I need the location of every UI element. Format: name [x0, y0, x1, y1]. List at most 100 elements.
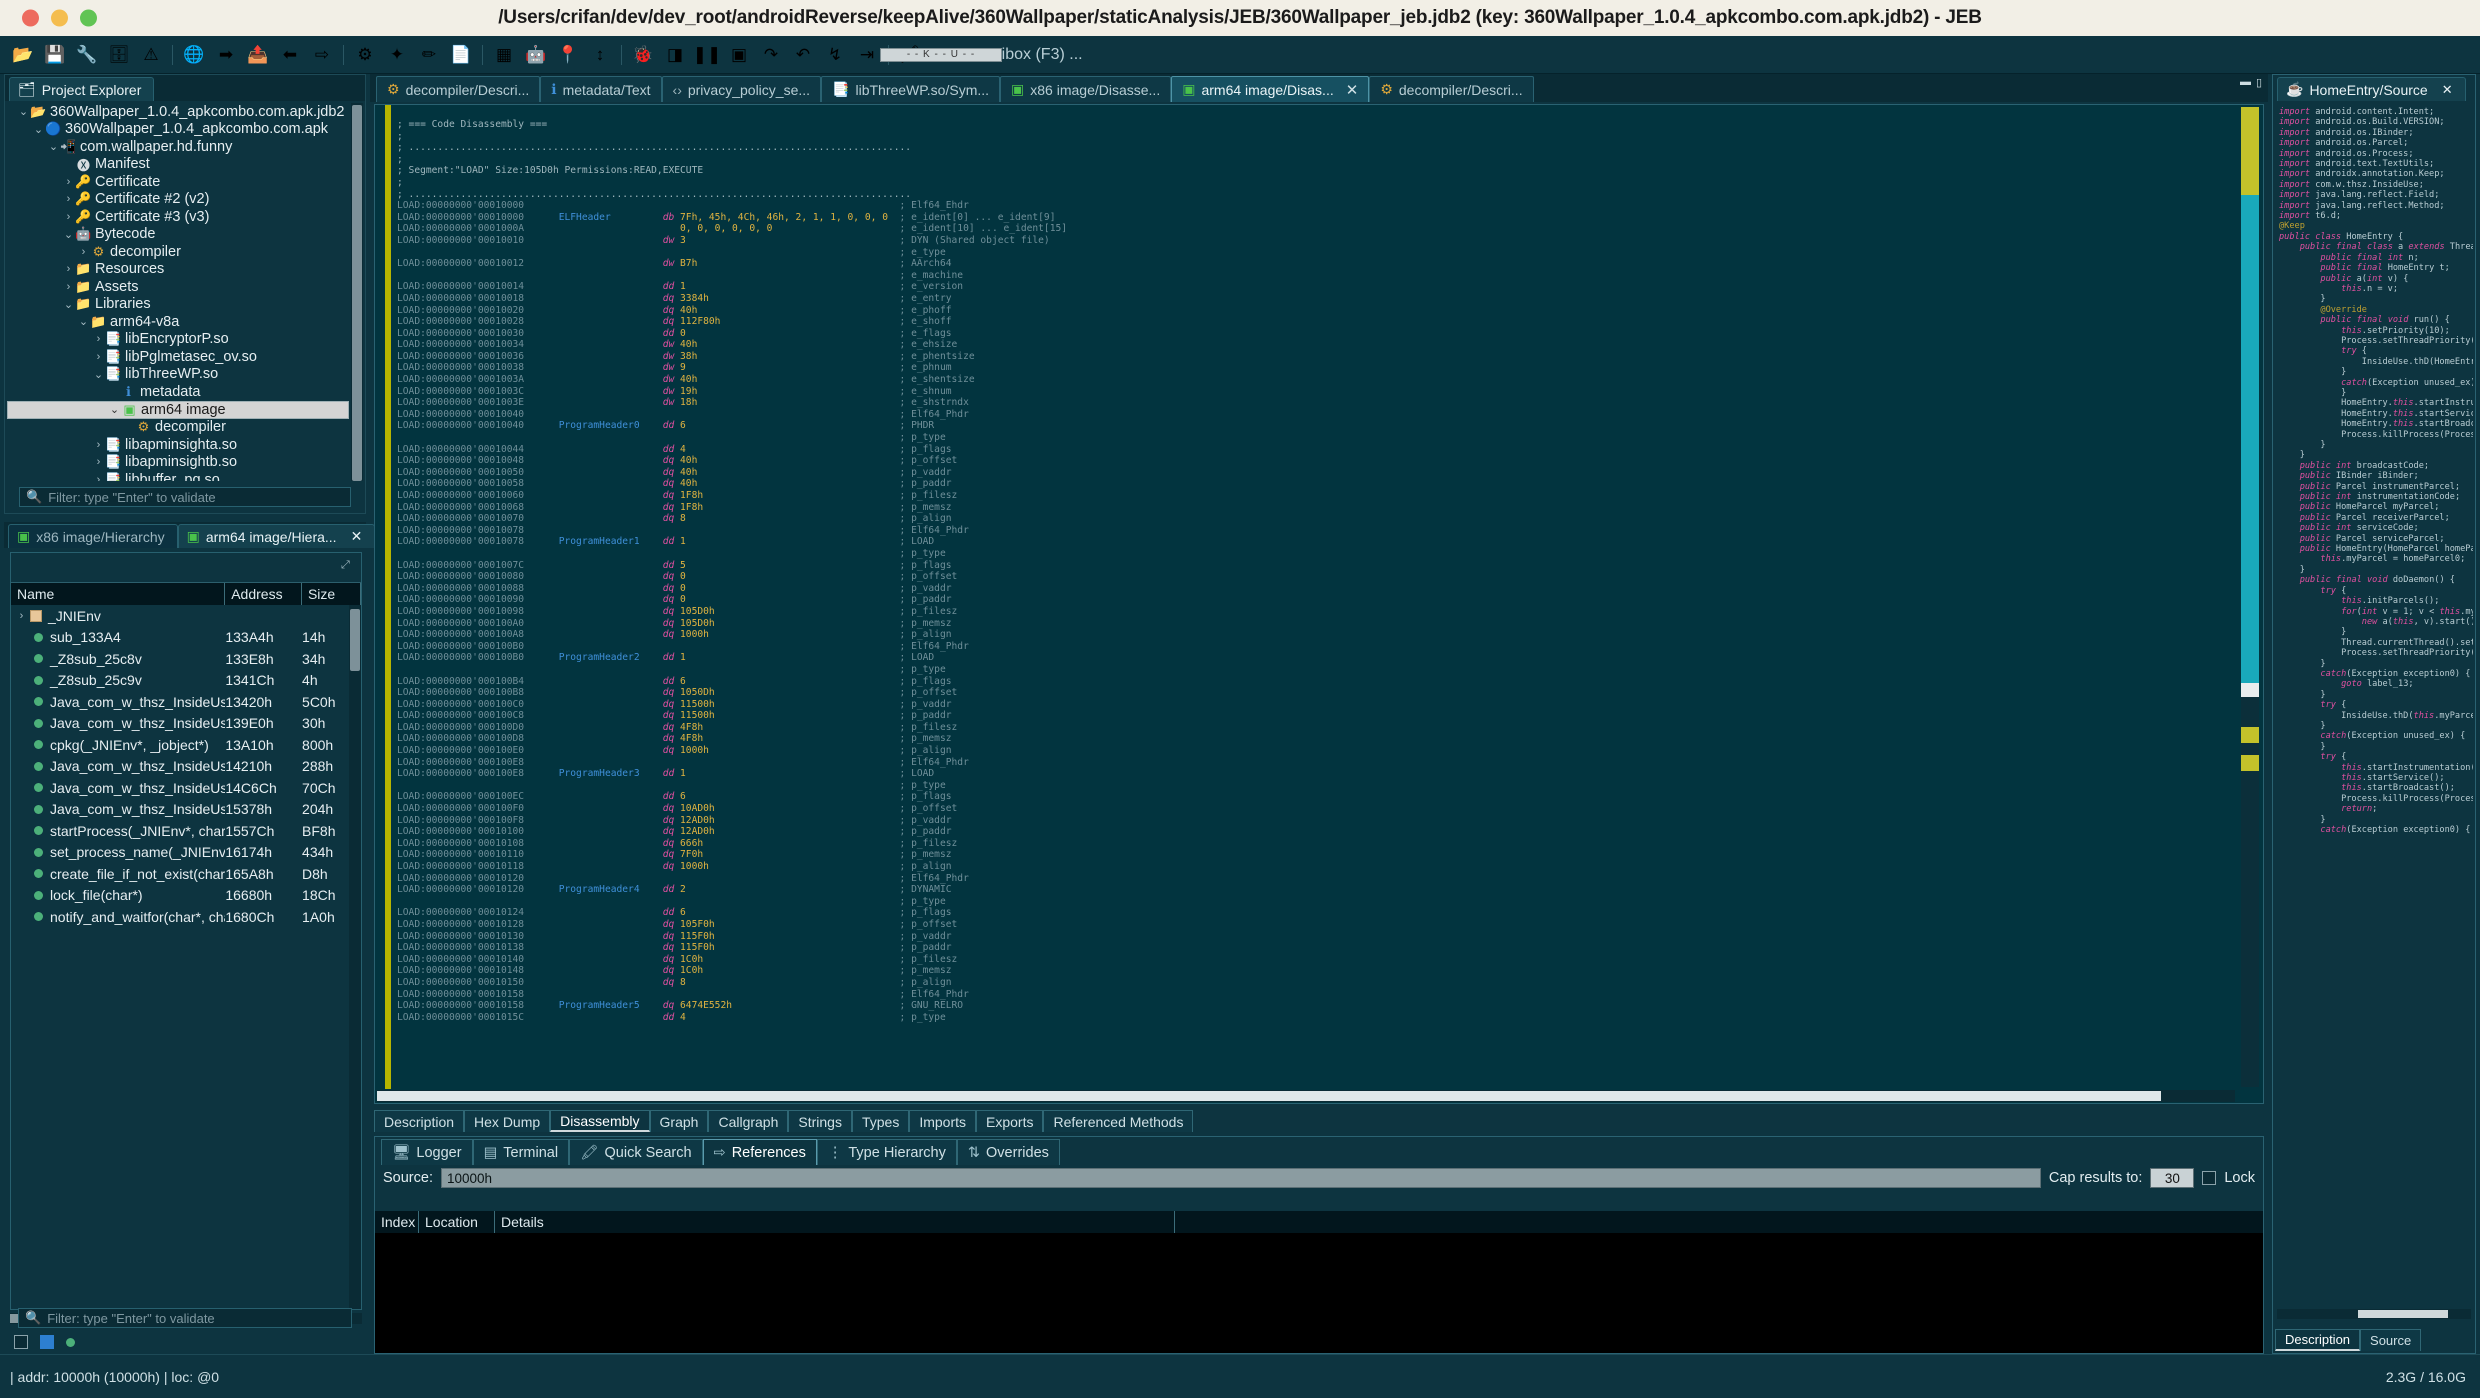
project-tree-item[interactable]: › 📑 libapminsighta.so [7, 436, 349, 454]
bug-icon[interactable]: 🐞 [628, 40, 658, 70]
source-code-line[interactable]: import android.os.Process; [2279, 149, 2471, 159]
project-tree-item[interactable]: › 📁 Resources [7, 261, 349, 279]
code-line[interactable]: LOAD:00000000'00010060 dq 1F8h ; p_files… [397, 490, 2239, 502]
code-line[interactable]: LOAD:00000000'0001000A 0, 0, 0, 0, 0, 0 … [397, 223, 2239, 235]
source-code-line[interactable]: try { [2279, 346, 2471, 356]
forward-arrow-icon[interactable]: ⇨ [307, 40, 337, 70]
chevron-right-icon[interactable]: › [62, 193, 75, 205]
project-tree-item[interactable]: ⌄ 📲 com.wallpaper.hd.funny [7, 138, 349, 156]
code-line[interactable]: LOAD:00000000'00010120 ; Elf64_Phdr [397, 873, 2239, 885]
table-row[interactable]: _Z8sub_25c8v 133E8h 34h [11, 648, 361, 670]
column-header-details[interactable]: Details [495, 1211, 1175, 1233]
editor-view-tab[interactable]: Types [851, 1110, 910, 1132]
maximize-editor-icon[interactable]: ▯ [2256, 76, 2262, 89]
editor-tab[interactable]: ⚙ decompiler/Descri... [1369, 76, 1534, 102]
source-code-line[interactable]: import com.w.thsz.InsideUse; [2279, 180, 2471, 190]
android-icon[interactable]: 🤖 [521, 40, 551, 70]
source-code-line[interactable]: public Parcel receiverParcel; [2279, 513, 2471, 523]
editor-tab[interactable]: ‹› privacy_policy_se... [661, 76, 822, 102]
code-line[interactable]: LOAD:00000000'000100D8 dq 4F8h ; p_memsz [397, 733, 2239, 745]
grid-icon[interactable]: ▦ [489, 40, 519, 70]
table-row[interactable]: Java_com_w_thsz_InsideUse_thD14C6Ch70Ch [11, 777, 361, 799]
code-line[interactable]: ; e_machine [397, 270, 2239, 282]
code-line[interactable]: LOAD:00000000'000100C0 dq 11500h ; p_vad… [397, 699, 2239, 711]
editor-tab[interactable]: 📑 libThreeWP.so/Sym... [821, 76, 1001, 102]
code-line[interactable]: LOAD:00000000'0001003A dw 40h ; e_shents… [397, 374, 2239, 386]
lock-label[interactable]: Lock [2224, 1170, 2255, 1186]
code-line[interactable]: LOAD:00000000'00010048 dq 40h ; p_offset [397, 455, 2239, 467]
project-tree-item[interactable]: ⌄ 📂 360Wallpaper_1.0.4_apkcombo.com.apk.jd… [7, 103, 349, 121]
code-line[interactable]: ; e_type [397, 247, 2239, 259]
pin-icon[interactable]: 📍 [553, 40, 583, 70]
project-tree-item-selected[interactable]: ⌄ ▣ arm64 image [7, 400, 349, 419]
code-line[interactable]: LOAD:00000000'00010036 dw 38h ; e_phents… [397, 351, 2239, 363]
code-line[interactable]: LOAD:00000000'00010130 dq 115F0h ; p_vad… [397, 931, 2239, 943]
code-line[interactable]: LOAD:00000000'00010070 dq 8 ; p_align [397, 513, 2239, 525]
source-code-line[interactable]: InsideUse.thD(HomeEntry.this [2279, 357, 2473, 367]
source-code-line[interactable]: import android.os.IBinder; [2279, 128, 2471, 138]
save-icon[interactable]: 💾 [40, 40, 70, 70]
export-icon[interactable]: 📤 [243, 40, 273, 70]
expand-corner-icon[interactable]: ⤢ [341, 559, 355, 573]
chevron-down-icon[interactable]: ⌄ [32, 123, 45, 136]
wrench-icon[interactable]: 🔧 [72, 40, 102, 70]
source-code-line[interactable]: } [2279, 659, 2471, 669]
column-header-address[interactable]: Address [225, 583, 302, 605]
source-code-line[interactable]: public int broadcastCode; [2279, 461, 2471, 471]
source-code-line[interactable]: this.myParcel = homeParcel0; [2279, 554, 2471, 564]
close-window-button[interactable] [22, 9, 39, 27]
close-tab-icon[interactable]: ✕ [351, 528, 363, 545]
maximize-window-button[interactable] [80, 9, 97, 27]
chevron-down-icon[interactable]: ⌄ [108, 403, 121, 416]
table-row[interactable]: set_process_name(_JNIEnv*, _jstring*)161… [11, 842, 361, 864]
chevron-down-icon[interactable]: ⌄ [92, 368, 105, 381]
project-tree-item[interactable]: ⌄ 📁 arm64-v8a [7, 313, 349, 331]
source-code-line[interactable]: } [2279, 565, 2471, 575]
column-header-index[interactable]: Index [375, 1211, 419, 1233]
source-code-line[interactable]: public a(int v) { [2279, 274, 2471, 284]
source-view-tab[interactable]: Source [2360, 1329, 2422, 1351]
source-code-line[interactable]: HomeEntry.this.startInstrumenta [2279, 398, 2473, 408]
project-tree-scroll-thumb[interactable] [352, 105, 362, 481]
hierarchy-scroll-thumb[interactable] [350, 609, 360, 671]
source-code-line[interactable]: @Override [2279, 305, 2471, 315]
chevron-right-icon[interactable]: › [77, 246, 90, 258]
source-code-line[interactable]: public final class a extends Thread { [2279, 242, 2473, 252]
chevron-right-icon[interactable]: › [62, 176, 75, 188]
code-line[interactable]: LOAD:00000000'00010120 ProgramHeader4 dd… [397, 884, 2239, 896]
code-line[interactable]: ; p_type [397, 548, 2239, 560]
code-line[interactable]: LOAD:00000000'000100B4 dd 6 ; p_flags [397, 676, 2239, 688]
code-line[interactable]: LOAD:00000000'00010044 dd 4 ; p_flags [397, 444, 2239, 456]
project-tree-scrollbar[interactable] [351, 103, 363, 481]
editor-view-tab[interactable]: Disassembly [550, 1110, 650, 1132]
source-code-line[interactable]: } [2279, 742, 2471, 752]
source-code-line[interactable]: import t6.d; [2279, 211, 2471, 221]
code-line[interactable]: LOAD:00000000'000100EC dd 6 ; p_flags [397, 791, 2239, 803]
editor-view-tab[interactable]: Exports [976, 1110, 1044, 1132]
source-code-line[interactable]: } [2279, 294, 2471, 304]
source-code-line[interactable]: try { [2279, 752, 2471, 762]
source-code-line[interactable]: public IBinder iBinder; [2279, 471, 2471, 481]
print-icon[interactable]: 🗄 [104, 40, 134, 70]
code-line[interactable]: LOAD:00000000'000100E0 dq 1000h ; p_alig… [397, 745, 2239, 757]
editor-view-tab[interactable]: Strings [788, 1110, 852, 1132]
code-line[interactable]: LOAD:00000000'00010028 dq 112F80h ; e_sh… [397, 316, 2239, 328]
code-line[interactable]: LOAD:00000000'00010100 dq 12AD0h ; p_pad… [397, 826, 2239, 838]
run-to-icon[interactable]: ⇥ [852, 40, 882, 70]
chevron-right-icon[interactable]: › [62, 263, 75, 275]
code-line[interactable]: LOAD:00000000'000100E8 ; Elf64_Phdr [397, 757, 2239, 769]
source-code-line[interactable]: new a(this, v).start(); [2279, 617, 2473, 627]
source-code-line[interactable]: public HomeEntry(HomeParcel homeParcel0 [2279, 544, 2473, 554]
code-line[interactable]: LOAD:00000000'00010020 dq 40h ; e_phoff [397, 305, 2239, 317]
source-code-line[interactable]: } [2279, 627, 2471, 637]
source-code-line[interactable]: public int instrumentationCode; [2279, 492, 2471, 502]
code-line[interactable]: LOAD:00000000'00010038 dw 9 ; e_phnum [397, 362, 2239, 374]
code-line[interactable]: LOAD:00000000'00010068 dq 1F8h ; p_memsz [397, 502, 2239, 514]
code-line[interactable]: LOAD:00000000'00010158 ; Elf64_Phdr [397, 989, 2239, 1001]
table-row[interactable]: Java_com_w_thsz_InsideUse_thC14210h288h [11, 756, 361, 778]
source-code-line[interactable]: Process.killProcess(Process.myP [2279, 794, 2473, 804]
source-code-line[interactable]: public int serviceCode; [2279, 523, 2471, 533]
code-line[interactable]: ; p_type [397, 780, 2239, 792]
chevron-right-icon[interactable]: › [62, 281, 75, 293]
project-tree-item[interactable]: 🅧 Manifest [7, 156, 349, 174]
